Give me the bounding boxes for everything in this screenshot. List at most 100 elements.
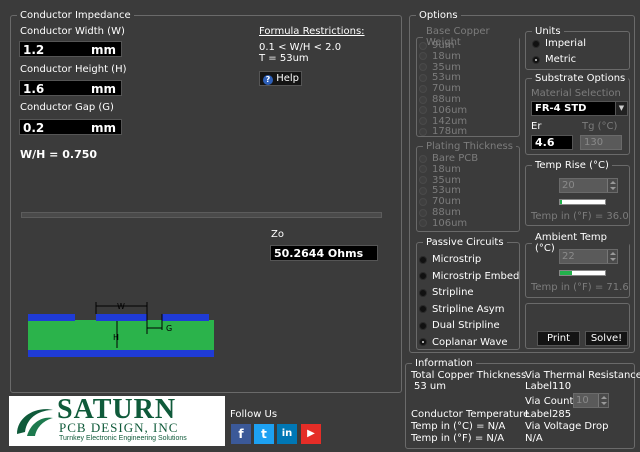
passive-circuit-radio[interactable]: Coplanar Wave bbox=[419, 337, 508, 348]
copper-thickness-label: Total Copper Thickness bbox=[411, 370, 527, 381]
copper-weight-radio: 106um bbox=[419, 105, 467, 116]
via-thermal-value: Label110 bbox=[525, 381, 572, 392]
copper-weight-radio-label: 142um bbox=[432, 115, 468, 127]
twitter-icon[interactable]: t bbox=[254, 424, 274, 444]
gap-input[interactable]: 0.2 mm bbox=[19, 119, 122, 135]
plating-radio: 106um bbox=[419, 218, 467, 229]
copper-weight-radio-label: 35um bbox=[432, 61, 461, 73]
substrate bbox=[28, 320, 214, 350]
information-title: Information bbox=[415, 358, 473, 369]
facebook-icon[interactable]: f bbox=[231, 424, 251, 444]
temp-rise-value: 20 bbox=[562, 180, 575, 191]
plating-radio-label: Bare PCB bbox=[432, 153, 479, 164]
youtube-icon[interactable]: ▶ bbox=[301, 424, 321, 444]
passive-circuit-radio-dot bbox=[419, 321, 427, 330]
passive-circuit-radio-label: Coplanar Wave bbox=[432, 336, 508, 348]
print-button[interactable]: Print bbox=[537, 331, 580, 346]
diagram-w-label: W bbox=[117, 302, 125, 311]
er-label: Er bbox=[531, 121, 542, 132]
tg-input: 130 bbox=[580, 135, 622, 150]
passive-circuit-radio[interactable]: Microstrip Embed bbox=[419, 271, 519, 282]
help-icon: ? bbox=[263, 75, 273, 85]
saturn-swoosh-icon bbox=[17, 409, 53, 436]
spinner-arrows-icon[interactable] bbox=[607, 179, 617, 192]
er-value: 4.6 bbox=[535, 136, 555, 149]
copper-weight-radio: 35um bbox=[419, 62, 461, 73]
coplanar-diagram: W H G bbox=[28, 302, 214, 357]
options-title: Options bbox=[419, 10, 458, 21]
copper-weight-radio-dot bbox=[419, 41, 427, 50]
units-imperial-radio[interactable]: Imperial bbox=[532, 38, 586, 49]
units-metric-label: Metric bbox=[545, 54, 577, 65]
right-ground-trace bbox=[162, 314, 209, 321]
plating-radio-label: 106um bbox=[432, 217, 468, 229]
units-metric-dot bbox=[532, 55, 540, 64]
ambient-value: 22 bbox=[562, 251, 575, 262]
left-ground-trace bbox=[28, 314, 75, 321]
copper-weight-radio: 178um bbox=[419, 126, 467, 137]
width-input[interactable]: 1.2 mm bbox=[19, 41, 122, 57]
copper-weight-radio-dot bbox=[419, 127, 427, 136]
units-metric-radio[interactable]: Metric bbox=[532, 54, 576, 65]
copper-weight-radio-label: 88um bbox=[432, 94, 461, 105]
width-unit: mm bbox=[90, 43, 116, 57]
plating-title: Plating Thickness bbox=[426, 141, 513, 152]
width-label: Conductor Width (W) bbox=[20, 26, 125, 37]
ambient-spinner[interactable]: 22 bbox=[559, 249, 618, 264]
spinner-arrows-icon[interactable] bbox=[598, 394, 608, 407]
copper-weight-radio-label: 18um bbox=[432, 50, 461, 62]
passive-circuit-radio[interactable]: Dual Stripline bbox=[419, 320, 500, 331]
via-label285: Label285 bbox=[525, 409, 572, 420]
via-voltage-label: Via Voltage Drop bbox=[525, 421, 609, 432]
height-input[interactable]: 1.6 mm bbox=[19, 80, 122, 96]
spinner-arrows-icon[interactable] bbox=[607, 250, 617, 263]
zo-label: Zo bbox=[271, 229, 284, 240]
copper-weight-radio-label: 53um bbox=[432, 72, 461, 84]
copper-weight-radio: 18um bbox=[419, 51, 461, 62]
passive-circuit-radio-dot bbox=[419, 255, 427, 264]
solve-button[interactable]: Solve! bbox=[585, 331, 628, 346]
plating-radio-label: 70um bbox=[432, 196, 461, 208]
copper-weight-radio: 142um bbox=[419, 116, 467, 127]
help-label: Help bbox=[276, 73, 299, 84]
restrictions-title: Formula Restrictions: bbox=[259, 26, 365, 37]
plating-radio-dot bbox=[419, 165, 427, 174]
er-input[interactable]: 4.6 bbox=[531, 135, 573, 150]
conductor-temp-label: Conductor Temperature bbox=[411, 409, 530, 420]
via-count-spinner[interactable]: 10 bbox=[573, 393, 609, 408]
plating-radio-dot bbox=[419, 154, 427, 163]
linkedin-icon[interactable]: in bbox=[277, 424, 297, 444]
width-value: 1.2 bbox=[23, 43, 45, 57]
material-select[interactable]: FR-4 STD ▼ bbox=[531, 101, 628, 116]
substrate-title: Substrate Options bbox=[535, 73, 626, 84]
copper-weight-radio-dot bbox=[419, 106, 427, 115]
height-label: Conductor Height (H) bbox=[20, 64, 127, 75]
temp-rise-spinner[interactable]: 20 bbox=[559, 178, 618, 193]
ambient-bar bbox=[559, 270, 606, 276]
plating-radio-dot bbox=[419, 219, 427, 228]
temp-rise-bar bbox=[559, 199, 606, 205]
passive-circuit-radio[interactable]: Stripline Asym bbox=[419, 304, 504, 315]
copper-weight-radio-dot bbox=[419, 95, 427, 104]
help-button[interactable]: ? Help bbox=[259, 71, 302, 86]
copper-weight-radio-dot bbox=[419, 117, 427, 126]
copper-weight-radio-dot bbox=[419, 52, 427, 61]
copper-weight-radio-label: 70um bbox=[432, 83, 461, 95]
passive-circuit-radio[interactable]: Stripline bbox=[419, 287, 474, 298]
saturn-logo: SATURN PCB DESIGN, INC Turnkey Electroni… bbox=[9, 394, 225, 446]
temp-f-readout: Temp in (°F) = N/A bbox=[411, 433, 505, 444]
copper-weight-radio-dot bbox=[419, 63, 427, 72]
plating-radio-dot bbox=[419, 197, 427, 206]
passive-circuit-radio-dot bbox=[419, 272, 427, 280]
tg-value: 130 bbox=[584, 137, 604, 148]
passive-circuit-radio[interactable]: Microstrip bbox=[419, 254, 481, 265]
plating-radio-dot bbox=[419, 186, 427, 195]
copper-weight-radio: 53um bbox=[419, 72, 461, 83]
temp-c-readout: Temp in (°C) = N/A bbox=[411, 421, 506, 432]
plating-radio-label: 53um bbox=[432, 185, 461, 197]
material-value: FR-4 STD bbox=[535, 103, 587, 114]
plating-radio-label: 35um bbox=[432, 174, 461, 186]
via-thermal-label: Via Thermal Resistance bbox=[525, 370, 640, 381]
via-voltage-value: N/A bbox=[525, 433, 543, 444]
height-unit: mm bbox=[90, 82, 116, 96]
